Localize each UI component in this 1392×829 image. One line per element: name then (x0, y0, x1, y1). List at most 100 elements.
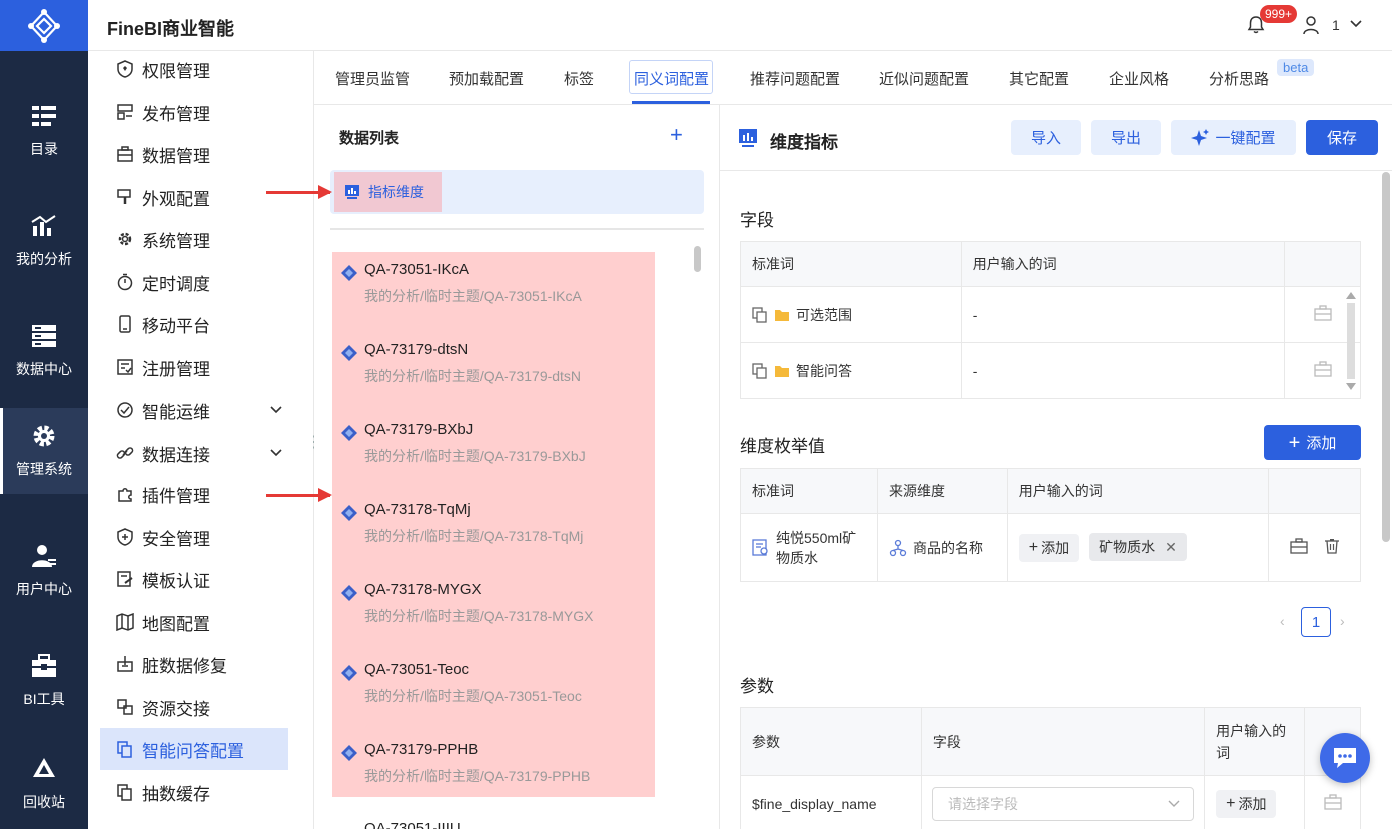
menu-item-label: 移动平台 (142, 316, 210, 336)
publish-icon (116, 103, 134, 121)
tab-recommend-question[interactable]: 推荐问题配置 (750, 68, 840, 89)
nav-item-management[interactable]: 管理系统 (0, 408, 88, 494)
dataset-icon (340, 584, 358, 605)
copy-icon[interactable] (752, 362, 768, 379)
menu-item[interactable]: 移动平台 (100, 303, 288, 345)
table-scrollbar[interactable] (1344, 287, 1358, 397)
enum-table: 标准词 来源维度 用户输入的词 纯悦550ml矿物质水 商品的名称 + 添加 矿物质… (740, 468, 1361, 582)
menu-item[interactable]: 安全管理 (100, 516, 288, 558)
pager-next-icon[interactable]: › (1340, 613, 1345, 629)
list-item[interactable]: QA-73051-Teoc 我的分析/临时主题/QA-73051-Teoc (340, 652, 650, 712)
tab-enterprise-style[interactable]: 企业风格 (1109, 68, 1169, 89)
auto-config-button[interactable]: 一键配置 (1171, 120, 1296, 155)
nav-label: 用户中心 (16, 581, 72, 597)
menu-item[interactable]: 资源交接 (100, 686, 288, 728)
chevron-down-icon[interactable] (1348, 16, 1364, 32)
analysis-icon (31, 213, 57, 239)
copy-icon[interactable] (752, 306, 768, 323)
dataset-path: 我的分析/临时主题/QA-73179-PPHB (364, 768, 591, 784)
add-synonym-button[interactable]: + 添加 (1018, 534, 1080, 562)
logo-icon (28, 8, 60, 43)
nav-item-user-center[interactable]: 用户中心 (0, 528, 88, 614)
export-button[interactable]: 导出 (1091, 120, 1161, 155)
list-item[interactable]: QA-73179-BXbJ 我的分析/临时主题/QA-73179-BXbJ (340, 412, 650, 472)
menu-item[interactable]: 定时调度 (100, 261, 288, 303)
menu-item[interactable]: 插件管理 (100, 473, 288, 515)
menu-item[interactable]: 系统管理 (100, 218, 288, 260)
user-name[interactable]: 1 (1332, 17, 1340, 33)
menu-item-label: 权限管理 (142, 61, 210, 81)
list-item[interactable]: QA-73178-MYGX 我的分析/临时主题/QA-73178-MYGX (340, 572, 650, 632)
chevron-down-icon[interactable] (268, 445, 284, 466)
menu-item[interactable]: 数据连接 (100, 432, 288, 474)
tab-preload-config[interactable]: 预加载配置 (449, 68, 524, 89)
page-scrollbar[interactable] (1382, 172, 1390, 542)
user-icon[interactable] (1302, 15, 1320, 35)
close-icon[interactable]: ✕ (1165, 539, 1177, 556)
toolbox-icon[interactable] (1313, 361, 1332, 380)
import-button[interactable]: 导入 (1011, 120, 1081, 155)
menu-item[interactable]: 模板认证 (100, 558, 288, 600)
tab-synonym-config[interactable]: 同义词配置 (634, 68, 709, 89)
menu-item[interactable]: 智能运维 (100, 389, 288, 431)
annotation-arrow (266, 488, 332, 502)
nav-label: 我的分析 (16, 251, 72, 267)
menu-item[interactable]: 抽数缓存 (100, 771, 288, 813)
synonym-value: 矿物质水 (1099, 539, 1156, 555)
nav-item-data-center[interactable]: 数据中心 (0, 308, 88, 394)
dataset-name: QA-73179-BXbJ (364, 421, 474, 438)
menu-item[interactable]: 发布管理 (100, 91, 288, 133)
menu-item[interactable]: 脏数据修复 (100, 643, 288, 685)
left-nav: 目录 我的分析 数据中心 管理系统 用户中心 BI工具 回收站 (0, 51, 88, 829)
col-header-empty (1268, 468, 1361, 514)
repair-icon (116, 655, 134, 673)
list-item-partial[interactable]: QA-73051-IIIU (364, 820, 461, 829)
chevron-down-icon[interactable] (268, 402, 284, 423)
list-item[interactable]: QA-73179-dtsN 我的分析/临时主题/QA-73179-dtsN (340, 332, 650, 392)
tab-analysis-approach[interactable]: 分析思路 (1209, 68, 1269, 89)
field-select[interactable]: 请选择字段 (932, 787, 1194, 821)
nav-item-recycle[interactable]: 回收站 (0, 741, 88, 827)
qa-config-icon (116, 740, 134, 758)
annotation-arrow (266, 185, 332, 199)
list-item[interactable]: QA-73051-IKcA 我的分析/临时主题/QA-73051-IKcA (340, 252, 650, 312)
pager-page-button[interactable]: 1 (1301, 607, 1331, 637)
toolbox-icon[interactable] (1323, 794, 1342, 813)
add-enum-button[interactable]: + 添加 (1264, 425, 1361, 460)
list-item[interactable]: QA-73179-PPHB 我的分析/临时主题/QA-73179-PPHB (340, 732, 650, 792)
delete-icon[interactable] (1324, 538, 1340, 557)
data-list-title: 数据列表 (339, 130, 400, 147)
security-icon (116, 528, 134, 546)
metric-dimension-item[interactable]: 指标维度 (334, 172, 442, 212)
menu-item[interactable]: 地图配置 (100, 601, 288, 643)
add-synonym-button[interactable]: + 添加 (1216, 789, 1277, 818)
menu-item-label: 地图配置 (142, 614, 210, 634)
chart-board-icon (739, 129, 757, 147)
toolbox-icon[interactable] (1313, 305, 1332, 324)
dataset-path: 我的分析/临时主题/QA-73178-TqMj (364, 528, 584, 544)
tab-tags[interactable]: 标签 (564, 68, 594, 89)
pager-prev-icon[interactable]: ‹ (1280, 613, 1285, 629)
chat-icon (1334, 748, 1356, 768)
menu-item[interactable]: 数据管理 (100, 133, 288, 175)
menu-item[interactable]: 智能问答配置 (100, 728, 288, 770)
tab-admin-monitor[interactable]: 管理员监管 (335, 68, 410, 89)
nav-item-my-analysis[interactable]: 我的分析 (0, 198, 88, 284)
finebi-logo[interactable] (0, 0, 88, 51)
nav-item-catalog[interactable]: 目录 (0, 88, 88, 174)
tab-other-config[interactable]: 其它配置 (1009, 68, 1069, 89)
list-item[interactable]: QA-73178-TqMj 我的分析/临时主题/QA-73178-TqMj (340, 492, 650, 552)
enum-source: 商品的名称 (913, 539, 983, 556)
chat-assistant-button[interactable] (1320, 733, 1370, 783)
toolbox-icon[interactable] (1289, 538, 1308, 557)
menu-item[interactable]: 注册管理 (100, 346, 288, 388)
folder-icon (774, 364, 790, 378)
nav-item-bi-tools[interactable]: BI工具 (0, 638, 88, 724)
menu-item[interactable]: 权限管理 (100, 48, 288, 90)
menu-item[interactable]: 外观配置 (100, 176, 288, 218)
tab-similar-question[interactable]: 近似问题配置 (879, 68, 969, 89)
add-data-icon[interactable]: + (670, 124, 683, 146)
save-button[interactable]: 保存 (1306, 120, 1378, 155)
menu-item-label: 智能运维 (142, 402, 210, 422)
list-scrollbar[interactable] (694, 246, 701, 272)
